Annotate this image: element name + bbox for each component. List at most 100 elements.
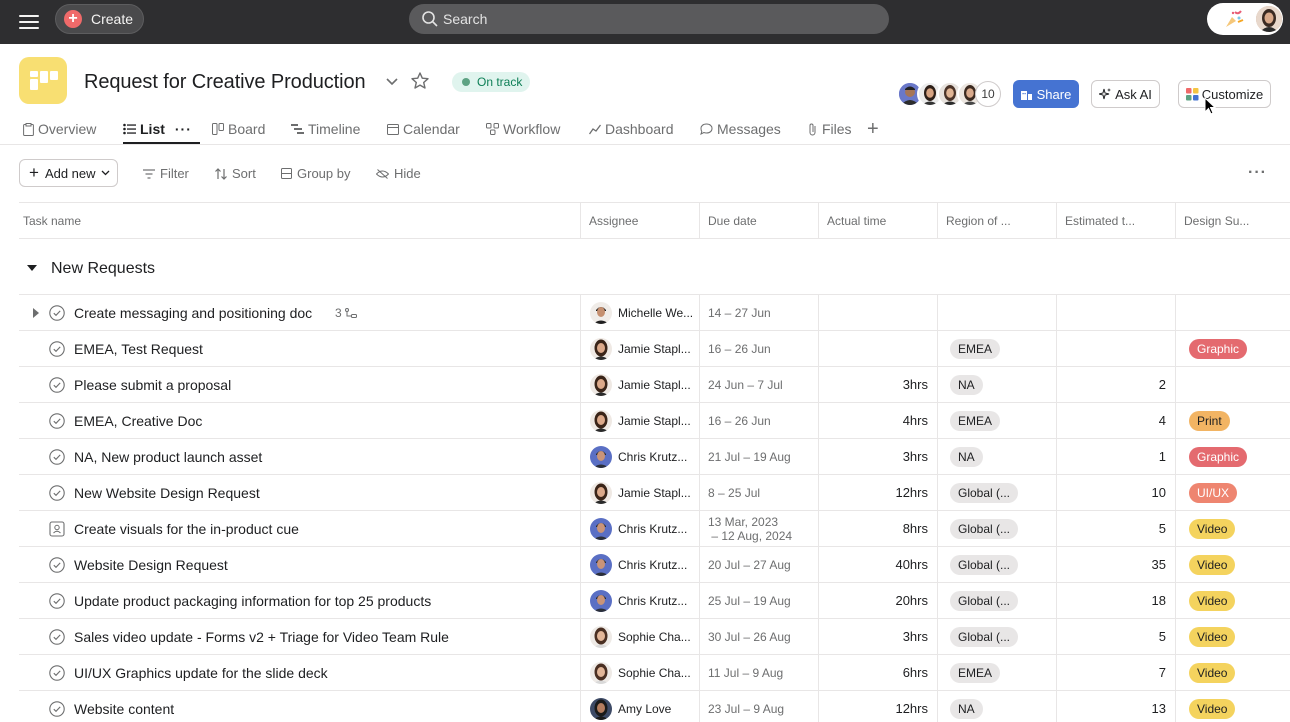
collapse-caret-icon[interactable]	[27, 265, 37, 271]
filter-button[interactable]: Filter	[143, 166, 189, 181]
assignee-cell[interactable]: Chris Krutz...	[580, 547, 699, 582]
user-avatar[interactable]	[1256, 6, 1282, 32]
design-subtype-cell[interactable]: Video	[1175, 511, 1290, 546]
assignee-cell[interactable]: Jamie Stapl...	[580, 367, 699, 402]
actual-time-cell[interactable]: 8hrs	[818, 511, 937, 546]
tab-files[interactable]: Files	[808, 115, 852, 145]
due-date-cell[interactable]: 25 Jul – 19 Aug	[699, 583, 818, 618]
task-name-cell[interactable]: Sales video update - Forms v2 + Triage f…	[19, 619, 580, 654]
design-subtype-cell[interactable]: Video	[1175, 655, 1290, 690]
more-options-icon[interactable]: ···	[1248, 164, 1267, 182]
due-date-cell[interactable]: 13 Mar, 2023 – 12 Aug, 2024	[699, 511, 818, 546]
complete-check-icon[interactable]	[49, 305, 65, 321]
task-row[interactable]: Sales video update - Forms v2 + Triage f…	[19, 619, 1290, 655]
task-row[interactable]: NA, New product launch asset Chris Krutz.…	[19, 439, 1290, 475]
subtask-count[interactable]: 3	[335, 306, 357, 320]
expand-subtasks-icon[interactable]	[33, 308, 39, 318]
due-date-cell[interactable]: 16 – 26 Jun	[699, 403, 818, 438]
region-cell[interactable]: NA	[937, 439, 1056, 474]
complete-check-icon[interactable]	[49, 557, 65, 573]
complete-check-icon[interactable]	[49, 341, 65, 357]
region-cell[interactable]: Global (...	[937, 547, 1056, 582]
design-subtype-cell[interactable]	[1175, 295, 1290, 330]
due-date-cell[interactable]: 14 – 27 Jun	[699, 295, 818, 330]
assignee-cell[interactable]: Sophie Cha...	[580, 655, 699, 690]
due-date-cell[interactable]: 23 Jul – 9 Aug	[699, 691, 818, 722]
task-name[interactable]: EMEA, Creative Doc	[74, 413, 202, 429]
actual-time-cell[interactable]	[818, 295, 937, 330]
tab-board[interactable]: Board	[212, 115, 265, 145]
complete-check-icon[interactable]	[49, 701, 65, 717]
region-cell[interactable]: Global (...	[937, 475, 1056, 510]
actual-time-cell[interactable]: 12hrs	[818, 475, 937, 510]
complete-check-icon[interactable]	[49, 377, 65, 393]
task-name[interactable]: Update product packaging information for…	[74, 593, 431, 609]
actual-time-cell[interactable]: 3hrs	[818, 439, 937, 474]
region-cell[interactable]: Global (...	[937, 619, 1056, 654]
task-name-cell[interactable]: Website content	[19, 691, 580, 722]
task-row[interactable]: Please submit a proposal Jamie Stapl... 24…	[19, 367, 1290, 403]
estimated-time-cell[interactable]: 13	[1056, 691, 1175, 722]
complete-check-icon[interactable]	[49, 629, 65, 645]
chevron-down-icon[interactable]	[384, 73, 400, 89]
task-row[interactable]: Create messaging and positioning doc 3 Mic…	[19, 295, 1290, 331]
column-header-due-date[interactable]: Due date	[699, 203, 818, 239]
assignee-cell[interactable]: Chris Krutz...	[580, 583, 699, 618]
tab-timeline[interactable]: Timeline	[291, 115, 360, 145]
estimated-time-cell[interactable]: 7	[1056, 655, 1175, 690]
actual-time-cell[interactable]: 20hrs	[818, 583, 937, 618]
due-date-cell[interactable]: 11 Jul – 9 Aug	[699, 655, 818, 690]
design-subtype-cell[interactable]: Graphic	[1175, 331, 1290, 366]
approval-icon[interactable]	[49, 521, 65, 537]
task-row[interactable]: Website content Amy Love 23 Jul – 9 Aug 12h…	[19, 691, 1290, 722]
assignee-cell[interactable]: Chris Krutz...	[580, 511, 699, 546]
column-header-design-subtype[interactable]: Design Su...	[1175, 203, 1290, 239]
tab-calendar[interactable]: Calendar	[387, 115, 460, 145]
estimated-time-cell[interactable]: 18	[1056, 583, 1175, 618]
task-name[interactable]: Website content	[74, 701, 174, 717]
assignee-cell[interactable]: Amy Love	[580, 691, 699, 722]
design-subtype-cell[interactable]: Print	[1175, 403, 1290, 438]
tab-list[interactable]: List ···	[123, 115, 200, 144]
due-date-cell[interactable]: 30 Jul – 26 Aug	[699, 619, 818, 654]
actual-time-cell[interactable]: 12hrs	[818, 691, 937, 722]
task-name[interactable]: New Website Design Request	[74, 485, 260, 501]
tab-messages[interactable]: Messages	[700, 115, 781, 145]
task-name[interactable]: UI/UX Graphics update for the slide deck	[74, 665, 328, 681]
sort-button[interactable]: Sort	[215, 166, 256, 181]
task-name[interactable]: Create messaging and positioning doc	[74, 305, 312, 321]
complete-check-icon[interactable]	[49, 485, 65, 501]
group-by-button[interactable]: Group by	[281, 166, 350, 181]
column-header-actual-time[interactable]: Actual time	[818, 203, 937, 239]
task-name[interactable]: Create visuals for the in-product cue	[74, 521, 299, 537]
project-icon[interactable]	[19, 57, 67, 104]
project-title[interactable]: Request for Creative Production	[84, 71, 366, 94]
assignee-cell[interactable]: Jamie Stapl...	[580, 475, 699, 510]
task-row[interactable]: UI/UX Graphics update for the slide deck…	[19, 655, 1290, 691]
complete-check-icon[interactable]	[49, 413, 65, 429]
task-row[interactable]: New Website Design Request Jamie Stapl...…	[19, 475, 1290, 511]
task-name[interactable]: Website Design Request	[74, 557, 228, 573]
actual-time-cell[interactable]: 6hrs	[818, 655, 937, 690]
complete-check-icon[interactable]	[49, 593, 65, 609]
task-row[interactable]: EMEA, Creative Doc Jamie Stapl... 16 – 26 …	[19, 403, 1290, 439]
actual-time-cell[interactable]: 3hrs	[818, 619, 937, 654]
task-name-cell[interactable]: EMEA, Creative Doc	[19, 403, 580, 438]
assignee-cell[interactable]: Sophie Cha...	[580, 619, 699, 654]
task-name-cell[interactable]: New Website Design Request	[19, 475, 580, 510]
due-date-cell[interactable]: 20 Jul – 27 Aug	[699, 547, 818, 582]
design-subtype-cell[interactable]	[1175, 367, 1290, 402]
tab-options-icon[interactable]: ···	[175, 121, 192, 137]
hide-button[interactable]: Hide	[376, 166, 421, 181]
task-name-cell[interactable]: Please submit a proposal	[19, 367, 580, 402]
search-input[interactable]: Search	[409, 4, 889, 34]
estimated-time-cell[interactable]: 4	[1056, 403, 1175, 438]
actual-time-cell[interactable]	[818, 331, 937, 366]
due-date-cell[interactable]: 24 Jun – 7 Jul	[699, 367, 818, 402]
actual-time-cell[interactable]: 40hrs	[818, 547, 937, 582]
complete-check-icon[interactable]	[49, 449, 65, 465]
complete-check-icon[interactable]	[49, 665, 65, 681]
column-header-region[interactable]: Region of ...	[937, 203, 1056, 239]
region-cell[interactable]: Global (...	[937, 511, 1056, 546]
region-cell[interactable]	[937, 295, 1056, 330]
